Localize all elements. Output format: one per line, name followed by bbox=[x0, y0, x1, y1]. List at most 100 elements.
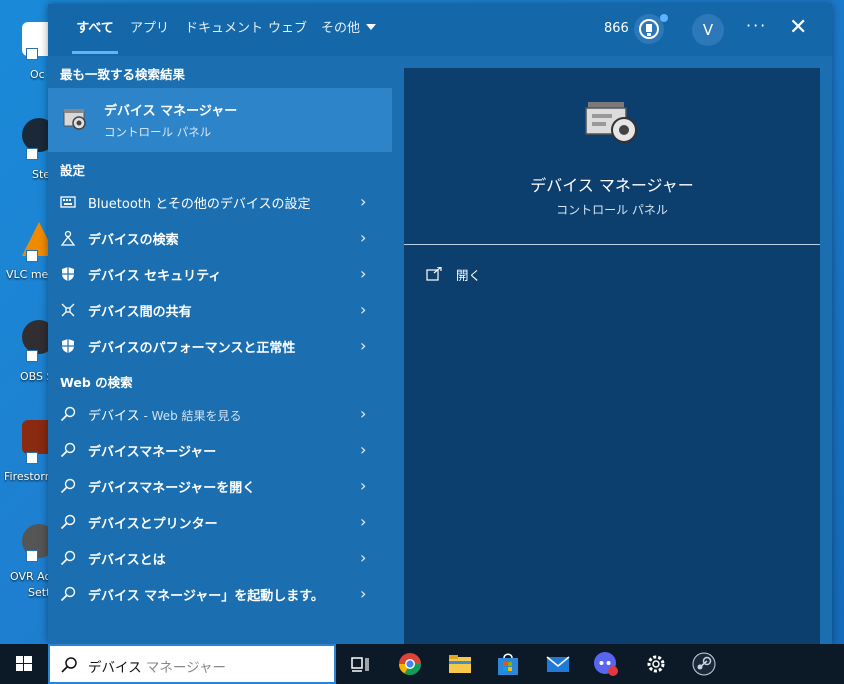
steam-icon[interactable] bbox=[690, 650, 718, 678]
results-list: 最も一致する検索結果 デバイス マネージャー コントロール パネル 設定 Blu… bbox=[48, 56, 392, 644]
settings-item-shared-experiences[interactable]: デバイス間の共有 › bbox=[48, 292, 392, 328]
tab-all[interactable]: すべて bbox=[72, 4, 118, 56]
search-icon bbox=[60, 550, 76, 566]
shortcut-arrow-icon bbox=[26, 48, 38, 60]
settings-item-label: デバイス セキュリティ bbox=[88, 269, 222, 284]
shortcut-arrow-icon bbox=[26, 250, 38, 262]
start-button[interactable] bbox=[0, 644, 48, 684]
open-label: 開く bbox=[456, 268, 482, 283]
shortcut-arrow-icon bbox=[26, 350, 38, 362]
search-window: すべて アプリ ドキュメント ウェブ その他 866 V ··· ✕ 最も一致す… bbox=[48, 4, 832, 644]
chevron-right-icon: › bbox=[360, 404, 367, 423]
chevron-right-icon: › bbox=[360, 192, 367, 211]
taskbar-search-input[interactable]: デバイス マネージャー bbox=[48, 644, 336, 684]
web-item[interactable]: デバイスとプリンター › bbox=[48, 504, 392, 540]
task-view-icon[interactable] bbox=[346, 650, 374, 678]
chevron-right-icon: › bbox=[360, 264, 367, 283]
person-location-icon bbox=[60, 230, 76, 246]
search-query: デバイス マネージャー bbox=[88, 656, 226, 676]
shield-icon bbox=[60, 266, 76, 282]
chevron-right-icon: › bbox=[360, 336, 367, 355]
settings-item-bluetooth[interactable]: Bluetooth とその他のデバイスの設定 › bbox=[48, 184, 392, 220]
desktop-icon-obs[interactable]: OBS S bbox=[0, 316, 56, 406]
notification-dot bbox=[660, 14, 668, 22]
chevron-right-icon: › bbox=[360, 584, 367, 603]
web-item-label: デバイスとプリンター bbox=[88, 517, 218, 532]
tab-documents[interactable]: ドキュメント bbox=[185, 4, 263, 56]
desktop-icon-ovr[interactable]: OVR Ad Sett bbox=[0, 520, 56, 610]
shortcut-arrow-icon bbox=[26, 452, 38, 464]
best-match-item[interactable]: デバイス マネージャー コントロール パネル bbox=[48, 88, 392, 152]
search-tabs-bar: すべて アプリ ドキュメント ウェブ その他 866 V ··· ✕ bbox=[48, 4, 832, 56]
settings-gear-icon[interactable] bbox=[642, 650, 670, 678]
chevron-right-icon: › bbox=[360, 440, 367, 459]
chrome-icon[interactable] bbox=[396, 650, 424, 678]
chevron-right-icon: › bbox=[360, 300, 367, 319]
chevron-right-icon: › bbox=[360, 228, 367, 247]
settings-item-find-device[interactable]: デバイスの検索 › bbox=[48, 220, 392, 256]
settings-item-label: Bluetooth とその他のデバイスの設定 bbox=[88, 197, 311, 212]
share-icon bbox=[60, 302, 76, 318]
web-item[interactable]: デバイスとは › bbox=[48, 540, 392, 576]
best-match-header: 最も一致する検索結果 bbox=[60, 67, 186, 82]
search-icon bbox=[60, 478, 76, 494]
file-explorer-icon[interactable] bbox=[446, 650, 474, 678]
web-item-label: デバイスマネージャー bbox=[88, 445, 217, 460]
chevron-right-icon: › bbox=[360, 512, 367, 531]
device-manager-icon bbox=[582, 98, 642, 148]
tab-more[interactable]: その他 bbox=[321, 4, 377, 56]
search-suggestion: マネージャー bbox=[141, 660, 226, 676]
web-item-query: デバイス bbox=[88, 409, 140, 424]
avatar[interactable]: V bbox=[692, 14, 724, 46]
web-search-header: Web の検索 bbox=[60, 375, 133, 390]
preview-pane: デバイス マネージャー コントロール パネル 開く bbox=[404, 68, 820, 644]
web-item-suffix: - Web 結果を見る bbox=[139, 409, 242, 423]
divider bbox=[404, 244, 820, 245]
desktop-icon-label: VLC med bbox=[6, 268, 52, 281]
chevron-right-icon: › bbox=[360, 548, 367, 567]
shortcut-arrow-icon bbox=[26, 550, 38, 562]
chevron-down-icon bbox=[366, 24, 377, 30]
keyboard-icon bbox=[60, 194, 76, 210]
more-options-button[interactable]: ··· bbox=[746, 16, 767, 35]
settings-item-device-performance[interactable]: デバイスのパフォーマンスと正常性 › bbox=[48, 328, 392, 364]
web-item[interactable]: デバイス - Web 結果を見る › bbox=[48, 396, 392, 432]
preview-title: デバイス マネージャー bbox=[530, 176, 694, 195]
settings-header: 設定 bbox=[60, 163, 86, 178]
settings-item-label: デバイス間の共有 bbox=[88, 305, 192, 320]
open-external-icon bbox=[426, 266, 442, 281]
chevron-right-icon: › bbox=[360, 476, 367, 495]
search-typed-text: デバイス bbox=[88, 660, 142, 676]
shortcut-arrow-icon bbox=[26, 148, 38, 160]
search-icon bbox=[60, 442, 76, 458]
search-icon bbox=[60, 514, 76, 530]
tab-apps[interactable]: アプリ bbox=[130, 4, 169, 56]
rewards-points: 866 bbox=[604, 21, 629, 36]
web-item[interactable]: デバイスマネージャー › bbox=[48, 432, 392, 468]
best-match-title: デバイス マネージャー bbox=[104, 104, 238, 119]
taskbar: デバイス マネージャー bbox=[0, 644, 844, 684]
desktop-icon-firestorm[interactable]: Firestorm bbox=[0, 416, 56, 506]
desktop-icon-steam[interactable]: Stea bbox=[0, 112, 57, 202]
tab-more-label: その他 bbox=[321, 21, 361, 36]
settings-item-label: デバイスのパフォーマンスと正常性 bbox=[88, 341, 296, 356]
preview-subtitle: コントロール パネル bbox=[556, 203, 668, 217]
web-item[interactable]: デバイスマネージャーを開く › bbox=[48, 468, 392, 504]
discord-icon[interactable] bbox=[592, 650, 620, 678]
search-icon bbox=[60, 406, 76, 422]
tab-web[interactable]: ウェブ bbox=[268, 4, 307, 56]
close-button[interactable]: ✕ bbox=[789, 15, 807, 41]
web-item[interactable]: デバイス マネージャー」を起動します。 › bbox=[48, 576, 392, 612]
settings-item-device-security[interactable]: デバイス セキュリティ › bbox=[48, 256, 392, 292]
shield-icon bbox=[60, 338, 76, 354]
store-icon[interactable] bbox=[494, 650, 522, 678]
desktop-icon-label: Firestorm bbox=[4, 470, 50, 483]
desktop-icon-oculus[interactable]: Oc bbox=[0, 14, 56, 104]
web-item-label: デバイス - Web 結果を見る bbox=[88, 405, 242, 424]
mail-icon[interactable] bbox=[544, 650, 572, 678]
web-item-label: デバイスマネージャーを開く bbox=[88, 481, 256, 496]
search-icon bbox=[60, 656, 78, 674]
settings-item-label: デバイスの検索 bbox=[88, 233, 179, 248]
desktop-icon-vlc[interactable]: VLC med bbox=[0, 218, 56, 308]
web-item-label: デバイスとは bbox=[88, 553, 166, 568]
